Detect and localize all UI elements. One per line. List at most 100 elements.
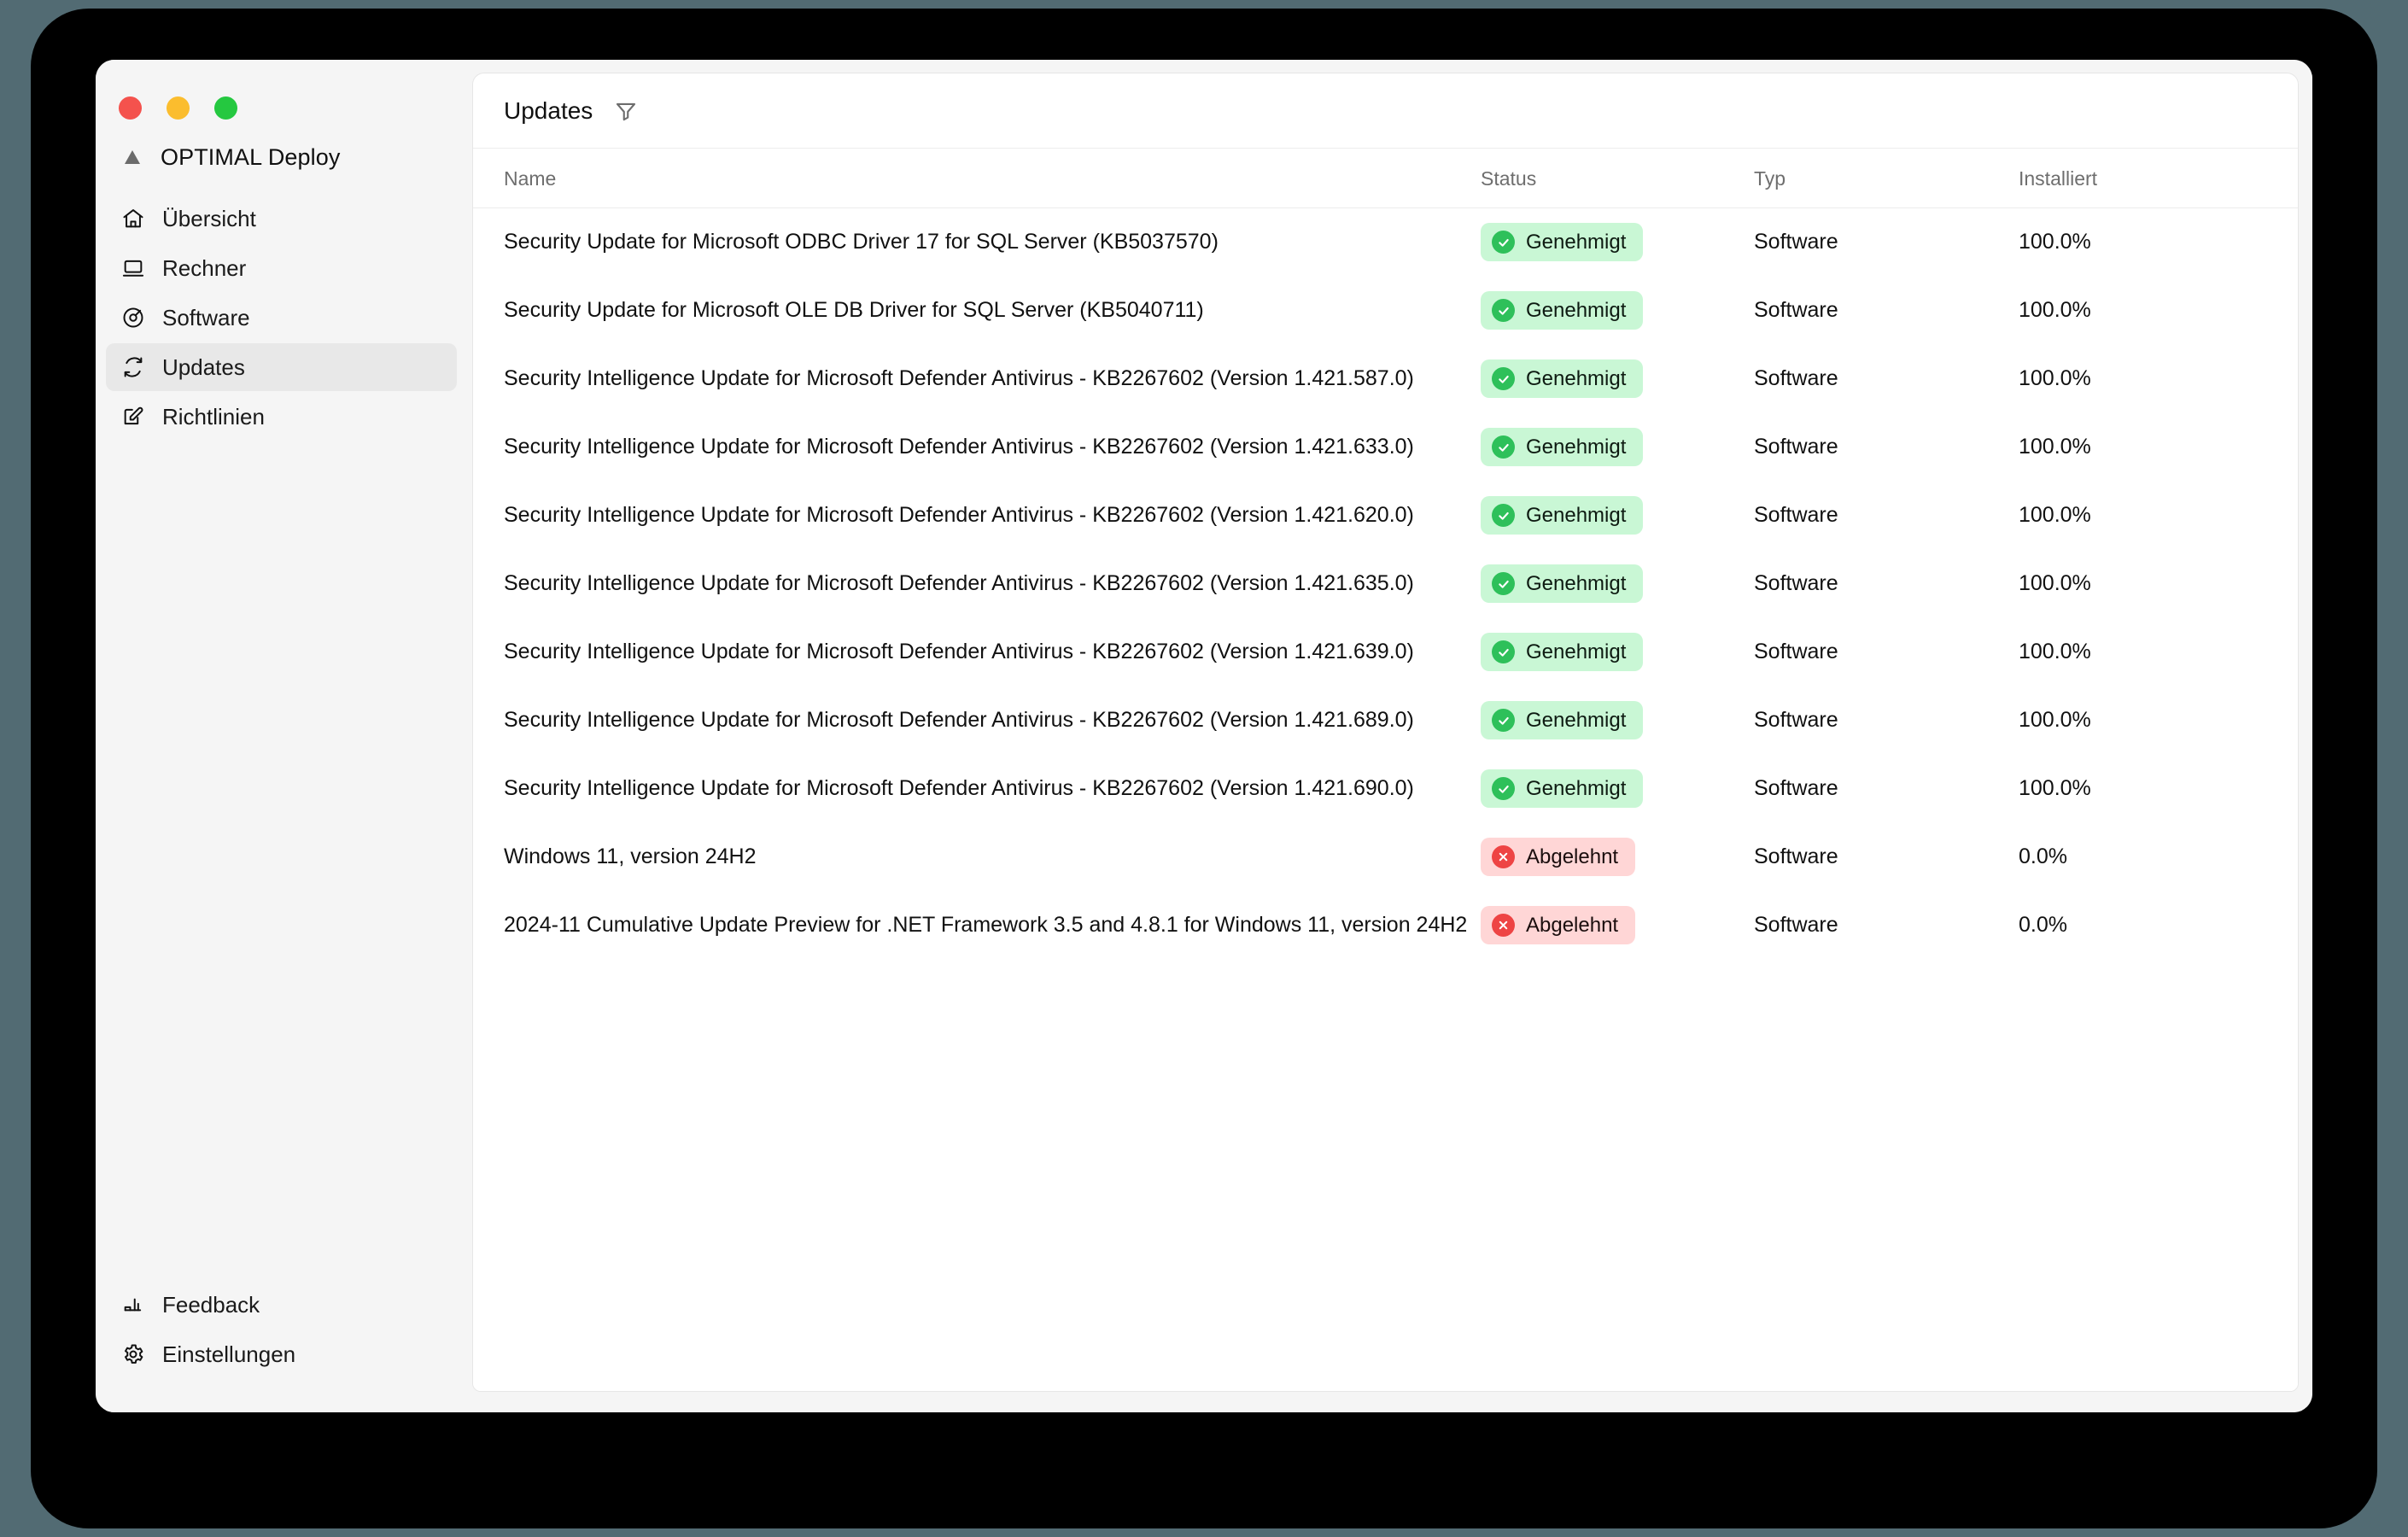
cell-typ: Software [1754,230,1838,254]
window-controls [96,60,457,128]
cell-status: Genehmigt [1481,687,1754,755]
status-badge: Genehmigt [1481,291,1644,330]
triangle-logo-icon [121,146,143,168]
check-circle-icon [1492,709,1515,732]
update-name: Security Intelligence Update for Microso… [504,435,1414,459]
cell-status: Genehmigt [1481,345,1754,413]
check-circle-icon [1492,777,1515,800]
cell-typ: Software [1754,366,1838,390]
cell-name: Security Intelligence Update for Microso… [473,413,1481,482]
cell-installiert: 100.0% [2019,571,2091,595]
table-row[interactable]: Security Intelligence Update for Microso… [473,345,2298,413]
cell-installiert: 0.0% [2019,913,2067,937]
table-row[interactable]: Security Update for Microsoft ODBC Drive… [473,208,2298,277]
cell-status: Genehmigt [1481,413,1754,482]
cell-name: Security Intelligence Update for Microso… [473,550,1481,618]
cell-status: Genehmigt [1481,482,1754,550]
sidebar-item-updates[interactable]: Updates [106,343,457,391]
cell-installiert: 0.0% [2019,844,2067,868]
cell-status: Genehmigt [1481,550,1754,618]
status-badge: Abgelehnt [1481,906,1636,944]
cell-status: Genehmigt [1481,277,1754,345]
content-area: Updates Name Status Typ Installiert Secu… [472,60,2312,1412]
sidebar-item-label: Rechner [162,254,247,281]
table-row[interactable]: Security Update for Microsoft OLE DB Dri… [473,277,2298,345]
update-name: Security Update for Microsoft ODBC Drive… [504,230,1219,254]
cell-installiert: 100.0% [2019,776,2091,800]
cell-installiert: 100.0% [2019,708,2091,732]
brand-label: OPTIMAL Deploy [161,143,341,170]
status-badge: Genehmigt [1481,496,1644,535]
status-badge: Genehmigt [1481,701,1644,739]
check-circle-icon [1492,572,1515,595]
status-label: Abgelehnt [1526,913,1619,937]
status-badge: Genehmigt [1481,633,1644,671]
table-head: Name Status Typ Installiert [473,149,2298,208]
sidebar-item-software[interactable]: Software [106,294,457,342]
column-header-typ[interactable]: Typ [1754,149,2019,208]
check-circle-icon [1492,299,1515,322]
table-row[interactable]: Security Intelligence Update for Microso… [473,618,2298,687]
sidebar: OPTIMAL Deploy Übersicht Rechner Softwar… [96,60,472,1412]
update-name: Security Intelligence Update for Microso… [504,571,1414,595]
sidebar-nav: Übersicht Rechner Software Updates Richt… [96,195,457,441]
sidebar-item-label: Feedback [162,1291,260,1318]
status-badge: Genehmigt [1481,564,1644,603]
cell-typ: Software [1754,571,1838,595]
update-name: Security Intelligence Update for Microso… [504,640,1414,663]
cell-name: Windows 11, version 24H2 [473,823,1481,891]
table-row[interactable]: Security Intelligence Update for Microso… [473,413,2298,482]
sidebar-bottom-nav: Feedback Einstellungen [96,1281,457,1412]
status-badge: Genehmigt [1481,359,1644,398]
app-window: OPTIMAL Deploy Übersicht Rechner Softwar… [96,60,2312,1412]
column-header-installiert[interactable]: Installiert [2019,149,2298,208]
status-badge: Genehmigt [1481,769,1644,808]
minimize-button[interactable] [167,96,190,120]
update-name: Security Update for Microsoft OLE DB Dri… [504,298,1204,322]
maximize-button[interactable] [214,96,237,120]
filter-icon[interactable] [611,96,640,126]
sidebar-item-rechner[interactable]: Rechner [106,244,457,292]
home-icon [121,207,145,231]
cell-installiert: 100.0% [2019,298,2091,322]
check-circle-icon [1492,231,1515,254]
sidebar-item-uebersicht[interactable]: Übersicht [106,195,457,243]
table-row[interactable]: Security Intelligence Update for Microso… [473,755,2298,823]
sidebar-item-feedback[interactable]: Feedback [106,1281,457,1329]
cell-status: Abgelehnt [1481,823,1754,891]
cell-status: Genehmigt [1481,208,1754,277]
table-body: Security Update for Microsoft ODBC Drive… [473,208,2298,960]
status-label: Abgelehnt [1526,844,1619,868]
sidebar-item-label: Einstellungen [162,1341,296,1367]
column-header-name[interactable]: Name [473,149,1481,208]
cell-status: Genehmigt [1481,618,1754,687]
table-row[interactable]: Security Intelligence Update for Microso… [473,687,2298,755]
cell-typ: Software [1754,708,1838,732]
update-name: Windows 11, version 24H2 [504,844,757,868]
x-circle-icon [1492,845,1515,868]
page-title: Updates [504,96,593,124]
cell-typ: Software [1754,435,1838,459]
sidebar-item-einstellungen[interactable]: Einstellungen [106,1330,457,1378]
column-header-status[interactable]: Status [1481,149,1754,208]
cell-installiert: 100.0% [2019,435,2091,459]
update-name: Security Intelligence Update for Microso… [504,708,1414,732]
close-button[interactable] [119,96,142,120]
sidebar-item-richtlinien[interactable]: Richtlinien [106,393,457,441]
table-row[interactable]: Windows 11, version 24H2 Abgelehnt Softwar… [473,823,2298,891]
status-badge: Genehmigt [1481,223,1644,262]
table-row[interactable]: 2024-11 Cumulative Update Preview for .N… [473,891,2298,960]
status-badge: Abgelehnt [1481,838,1636,876]
status-label: Genehmigt [1526,435,1627,459]
status-label: Genehmigt [1526,298,1627,322]
cell-installiert: 100.0% [2019,640,2091,663]
gear-icon [121,1342,145,1366]
cell-name: Security Update for Microsoft OLE DB Dri… [473,277,1481,345]
update-name: Security Intelligence Update for Microso… [504,776,1414,800]
table-row[interactable]: Security Intelligence Update for Microso… [473,550,2298,618]
cell-typ: Software [1754,640,1838,663]
cell-name: Security Update for Microsoft ODBC Drive… [473,208,1481,277]
update-name: Security Intelligence Update for Microso… [504,503,1414,527]
table-row[interactable]: Security Intelligence Update for Microso… [473,482,2298,550]
cell-typ: Software [1754,503,1838,527]
